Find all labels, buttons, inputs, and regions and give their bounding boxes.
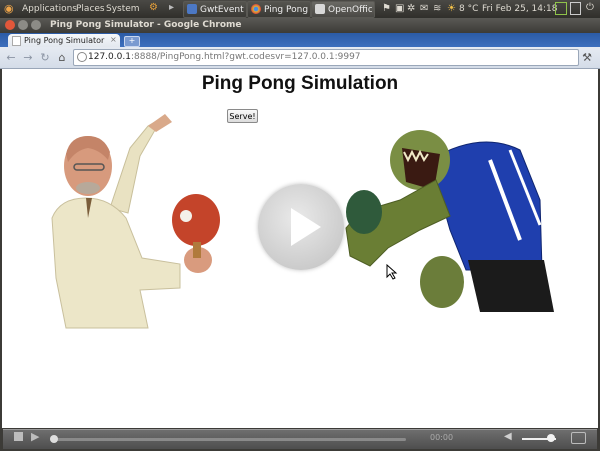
taskbar-item-gwtevent[interactable]: GwtEvent... (183, 1, 247, 18)
mail-icon[interactable]: ✉ (420, 3, 428, 14)
page-heading: Ping Pong Simulation (201, 73, 399, 94)
tab-close-icon[interactable]: × (110, 35, 117, 44)
taskbar-item-openoffice[interactable]: OpenOffic... (311, 1, 375, 18)
reload-icon[interactable]: ↻ (38, 51, 52, 64)
menu-system[interactable]: System (106, 4, 140, 14)
chrome-icon (251, 4, 261, 14)
document-icon (315, 4, 325, 14)
window-titlebar: Ping Pong Simulator - Google Chrome (0, 18, 600, 33)
window-icon (187, 4, 197, 14)
volume-handle[interactable] (546, 434, 555, 442)
home-icon[interactable]: ⌂ (55, 51, 69, 64)
address-bar[interactable]: 127.0.0.1:8888/PingPong.html?gwt.codesvr… (73, 49, 579, 66)
clipboard-icon[interactable]: ▣ (395, 3, 404, 14)
time-display: 00:00 (430, 433, 454, 442)
fullscreen-icon[interactable] (571, 432, 586, 444)
weather-icon[interactable]: ☀ (447, 3, 456, 14)
seek-handle[interactable] (50, 435, 58, 443)
close-window-icon[interactable] (5, 20, 15, 30)
menu-places[interactable]: Places (76, 4, 105, 14)
network-applet-icon[interactable]: ⚑ (382, 3, 391, 14)
video-play-button[interactable] (258, 184, 344, 270)
minimize-window-icon[interactable] (18, 20, 28, 30)
play-icon (291, 208, 321, 246)
url-host: 127.0.0.1 (88, 52, 131, 62)
ubuntu-top-panel: ◉ Applications Places System ⚙ ▸ GwtEven… (0, 0, 600, 18)
taskbar-item-pingpong[interactable]: Ping Pong... (247, 1, 311, 18)
menu-applications[interactable]: Applications (22, 4, 77, 14)
tab-title: Ping Pong Simulator (24, 36, 105, 45)
page-info-icon[interactable] (77, 52, 87, 62)
url-text: 127.0.0.1:8888/PingPong.html?gwt.codesvr… (88, 52, 361, 62)
video-play-small-icon[interactable]: ▶ (31, 430, 39, 443)
volume-icon[interactable]: ◀ (504, 431, 512, 442)
taskbar-label: Ping Pong... (264, 5, 308, 15)
launcher-icon[interactable]: ⚙ (149, 2, 158, 13)
forward-icon[interactable]: → (21, 51, 35, 64)
clock[interactable]: Fri Feb 25, 14:18 (482, 4, 558, 14)
wrench-menu-icon[interactable]: ⚒ (580, 51, 594, 64)
taskbar-label: GwtEvent... (200, 5, 244, 15)
weather-temp[interactable]: 8 °C (459, 4, 478, 14)
stop-icon[interactable] (14, 432, 23, 441)
page-favicon-icon (12, 36, 21, 46)
workspace-icon[interactable] (570, 2, 581, 15)
back-icon[interactable]: ← (4, 51, 18, 64)
tab-ping-pong-simulator[interactable]: Ping Pong Simulator × (8, 34, 120, 47)
url-path: :8888/PingPong.html?gwt.codesvr=127.0.0.… (130, 52, 361, 62)
wifi-icon[interactable]: ≋ (433, 3, 441, 14)
new-tab-button[interactable]: + (124, 36, 140, 47)
man-player-image (51, 114, 220, 329)
mouse-cursor-icon (386, 264, 398, 280)
window-title: Ping Pong Simulator - Google Chrome (50, 20, 242, 30)
power-icon[interactable]: ⏻ (586, 2, 594, 13)
seek-bar[interactable] (50, 438, 406, 441)
orc-player-image (345, 130, 554, 312)
ubuntu-logo-icon[interactable]: ◉ (4, 2, 14, 15)
launcher-arrow-icon[interactable]: ▸ (169, 2, 174, 13)
serve-button[interactable]: Serve! (227, 109, 258, 123)
bluetooth-icon[interactable]: ✲ (407, 3, 415, 14)
battery-icon[interactable] (555, 2, 567, 15)
taskbar-label: OpenOffic... (328, 5, 372, 15)
maximize-window-icon[interactable] (31, 20, 41, 30)
